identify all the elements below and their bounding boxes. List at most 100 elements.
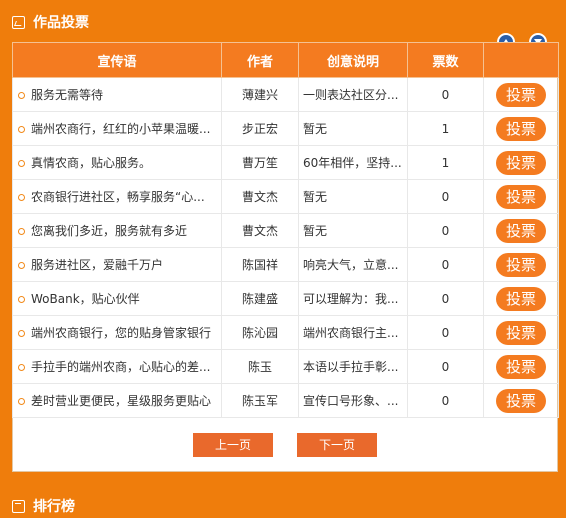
next-page-button[interactable]: 下一页 — [297, 433, 377, 457]
prev-page-button[interactable]: 上一页 — [193, 433, 273, 457]
author-cell: 曹万笙 — [221, 145, 299, 180]
table-row: 服务进社区，爱融千万户 陈国祥 响亮大气，立意... 0 投票 — [12, 247, 559, 282]
table-row: 差时营业更便民，星级服务更贴心 陈玉军 宣传口号形象、... 0 投票 — [12, 383, 559, 418]
table-row: 端州农商银行，您的贴身管家银行 陈沁园 端州农商银行主... 0 投票 — [12, 315, 559, 350]
slogan-text[interactable]: 端州农商银行，您的贴身管家银行 — [31, 326, 211, 340]
author-cell: 曹文杰 — [221, 213, 299, 248]
vote-count-cell: 0 — [407, 281, 484, 316]
vote-table-card: 宣传语 作者 创意说明 票数 服务无需等待 薄建兴 一则表达社区分... 0 投票 端州农… — [12, 33, 559, 472]
bullet-icon — [18, 160, 25, 167]
bullet-icon — [18, 398, 25, 405]
table-row: WoBank，贴心伙伴 陈建盛 可以理解为：我... 0 投票 — [12, 281, 559, 316]
vote-count-cell: 0 — [407, 213, 484, 248]
slogan-cell[interactable]: 端州农商行，红红的小苹果温暖... — [12, 111, 222, 146]
desc-cell[interactable]: 暂无 — [298, 111, 408, 146]
vote-button[interactable]: 投票 — [496, 218, 546, 243]
vote-cell: 投票 — [483, 315, 559, 350]
bullet-icon — [18, 262, 25, 269]
slogan-text[interactable]: 真情农商，贴心服务。 — [31, 156, 151, 170]
bullet-icon — [18, 296, 25, 303]
slogan-text[interactable]: 差时营业更便民，星级服务更贴心 — [31, 394, 211, 408]
works-table: 宣传语 作者 创意说明 票数 服务无需等待 薄建兴 一则表达社区分... 0 投票 端州农… — [12, 42, 559, 418]
vote-cell: 投票 — [483, 111, 559, 146]
desc-cell[interactable]: 宣传口号形象、... — [298, 383, 408, 418]
vote-cell: 投票 — [483, 213, 559, 248]
author-cell: 步正宏 — [221, 111, 299, 146]
slogan-cell[interactable]: 真情农商，贴心服务。 — [12, 145, 222, 180]
slogan-text[interactable]: 服务无需等待 — [31, 88, 103, 102]
vote-count-cell: 0 — [407, 77, 484, 112]
desc-cell[interactable]: 响亮大气，立意... — [298, 247, 408, 282]
col-vote-header — [483, 42, 559, 78]
slogan-cell[interactable]: 差时营业更便民，星级服务更贴心 — [12, 383, 222, 418]
author-cell: 陈建盛 — [221, 281, 299, 316]
col-desc-header: 创意说明 — [298, 42, 408, 78]
vote-count-cell: 0 — [407, 247, 484, 282]
slogan-text[interactable]: 端州农商行，红红的小苹果温暖... — [31, 122, 210, 136]
author-cell: 曹文杰 — [221, 179, 299, 214]
vote-count-cell: 1 — [407, 145, 484, 180]
slogan-text[interactable]: WoBank，贴心伙伴 — [31, 292, 140, 306]
desc-cell[interactable]: 端州农商银行主... — [298, 315, 408, 350]
vote-cell: 投票 — [483, 77, 559, 112]
vote-button[interactable]: 投票 — [496, 184, 546, 209]
table-row: 服务无需等待 薄建兴 一则表达社区分... 0 投票 — [12, 77, 559, 112]
slogan-cell[interactable]: 服务进社区，爱融千万户 — [12, 247, 222, 282]
ranking-icon — [12, 499, 25, 513]
vote-button[interactable]: 投票 — [496, 150, 546, 175]
slogan-text[interactable]: 手拉手的端州农商，心贴心的差... — [31, 360, 210, 374]
col-author-header: 作者 — [221, 42, 299, 78]
vote-cell: 投票 — [483, 349, 559, 384]
vote-button[interactable]: 投票 — [496, 286, 546, 311]
vote-count-cell: 0 — [407, 383, 484, 418]
author-cell: 陈玉 — [221, 349, 299, 384]
desc-cell[interactable]: 暂无 — [298, 213, 408, 248]
author-cell: 陈玉军 — [221, 383, 299, 418]
vote-count-cell: 0 — [407, 349, 484, 384]
vote-button[interactable]: 投票 — [496, 116, 546, 141]
desc-cell[interactable]: 暂无 — [298, 179, 408, 214]
author-cell: 陈沁园 — [221, 315, 299, 350]
ranking-header: 排行榜 — [12, 495, 75, 517]
ranking-title: 排行榜 — [33, 499, 75, 515]
slogan-cell[interactable]: 端州农商银行，您的贴身管家银行 — [12, 315, 222, 350]
slogan-cell[interactable]: 您离我们多近，服务就有多近 — [12, 213, 222, 248]
slogan-text[interactable]: 服务进社区，爱融千万户 — [31, 258, 163, 272]
desc-cell[interactable]: 60年相伴，坚持... — [298, 145, 408, 180]
col-slogan-header: 宣传语 — [12, 42, 222, 78]
vote-panel-header: 作品投票 — [12, 11, 89, 33]
vote-panel-title: 作品投票 — [33, 15, 89, 31]
desc-cell[interactable]: 一则表达社区分... — [298, 77, 408, 112]
col-count-header: 票数 — [407, 42, 484, 78]
vote-cell: 投票 — [483, 179, 559, 214]
vote-button[interactable]: 投票 — [496, 252, 546, 277]
table-row: 您离我们多近，服务就有多近 曹文杰 暂无 0 投票 — [12, 213, 559, 248]
bullet-icon — [18, 194, 25, 201]
slogan-text[interactable]: 您离我们多近，服务就有多近 — [31, 224, 187, 238]
vote-cell: 投票 — [483, 247, 559, 282]
vote-cell: 投票 — [483, 145, 559, 180]
slogan-cell[interactable]: 手拉手的端州农商，心贴心的差... — [12, 349, 222, 384]
desc-cell[interactable]: 可以理解为：我... — [298, 281, 408, 316]
slogan-cell[interactable]: 农商银行进社区，畅享服务“心... — [12, 179, 222, 214]
slogan-cell[interactable]: WoBank，贴心伙伴 — [12, 281, 222, 316]
vote-button[interactable]: 投票 — [496, 354, 546, 379]
pagination: 上一页 下一页 — [13, 433, 557, 457]
table-row: 真情农商，贴心服务。 曹万笙 60年相伴，坚持... 1 投票 — [12, 145, 559, 180]
desc-cell[interactable]: 本语以手拉手彰... — [298, 349, 408, 384]
bullet-icon — [18, 228, 25, 235]
vote-cell: 投票 — [483, 383, 559, 418]
vote-button[interactable]: 投票 — [496, 388, 546, 413]
table-row: 农商银行进社区，畅享服务“心... 曹文杰 暂无 0 投票 — [12, 179, 559, 214]
bullet-icon — [18, 364, 25, 371]
table-row: 手拉手的端州农商，心贴心的差... 陈玉 本语以手拉手彰... 0 投票 — [12, 349, 559, 384]
vote-count-cell: 0 — [407, 179, 484, 214]
slogan-text[interactable]: 农商银行进社区，畅享服务“心... — [31, 190, 205, 204]
table-row: 端州农商行，红红的小苹果温暖... 步正宏 暂无 1 投票 — [12, 111, 559, 146]
vote-button[interactable]: 投票 — [496, 82, 546, 107]
vote-button[interactable]: 投票 — [496, 320, 546, 345]
bullet-icon — [18, 126, 25, 133]
author-cell: 薄建兴 — [221, 77, 299, 112]
bullet-icon — [18, 92, 25, 99]
slogan-cell[interactable]: 服务无需等待 — [12, 77, 222, 112]
